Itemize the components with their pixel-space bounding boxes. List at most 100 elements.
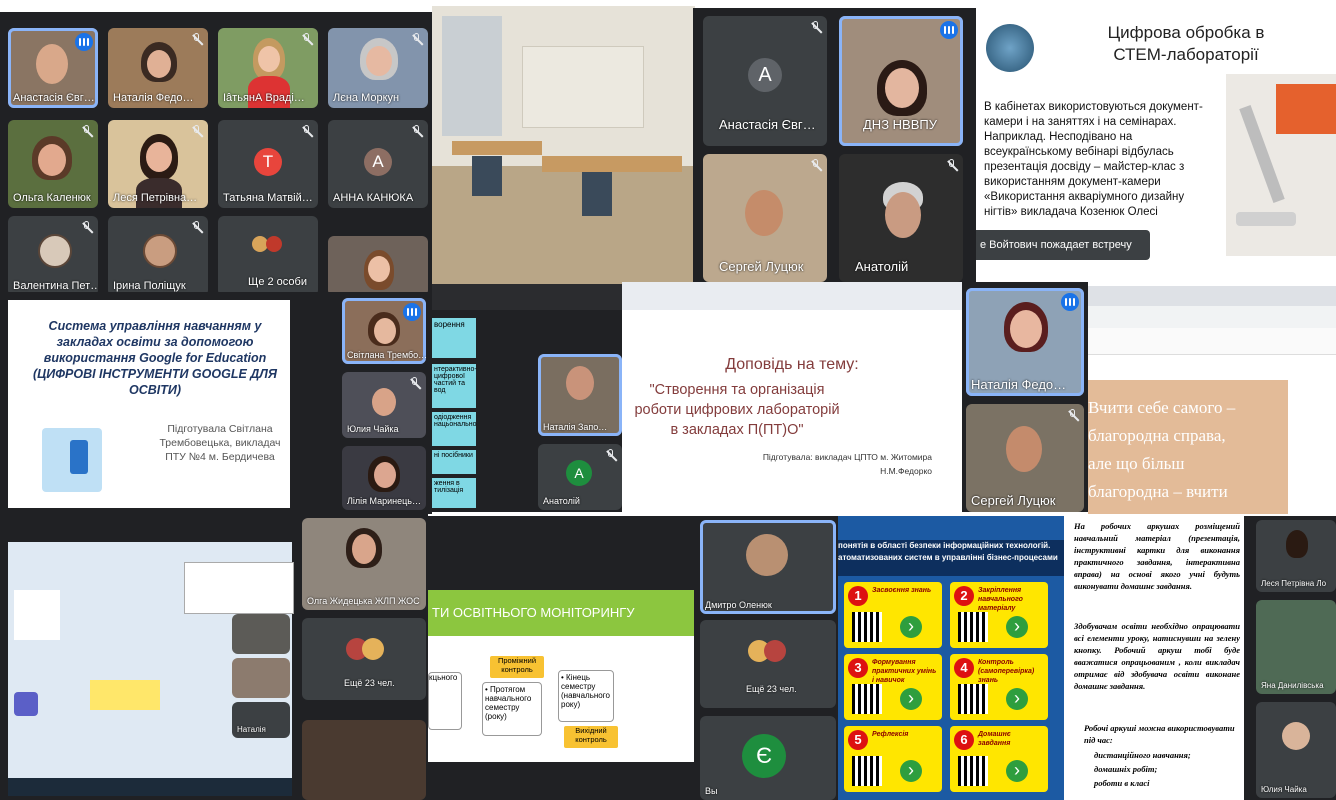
tile-anatolii[interactable]: Анатолій xyxy=(839,154,963,282)
panel-browser-quote: Вчити себе самого – благородна справа, а… xyxy=(1088,286,1336,514)
worksheet-item[interactable]: 5 Рефлексія › xyxy=(844,726,942,792)
box-left: кцьного xyxy=(428,672,462,730)
tile-natalia[interactable]: Наталія Федо… xyxy=(108,28,208,108)
tile-anastasia[interactable]: Анастасія Євг… xyxy=(8,28,98,108)
tile-anna[interactable]: А АННА КАНЮКА xyxy=(328,120,428,208)
qr-code-icon xyxy=(852,684,882,714)
slide: ТИ ОСВІТНЬОГО МОНІТОРИНГУ кцьного Проміж… xyxy=(428,590,694,762)
mic-off-icon xyxy=(810,21,821,34)
panel-classroom-photo xyxy=(432,6,695,284)
cyan-label: ворення xyxy=(432,318,476,358)
worksheet-item[interactable]: 3 Формування практичних умінь і навичок › xyxy=(844,654,942,720)
avatar: А xyxy=(748,58,782,92)
worksheet-item[interactable]: 4 Контроль (самоперевірка) знань › xyxy=(950,654,1048,720)
tile-name: Анатолій xyxy=(855,259,909,274)
tile-dmytro[interactable]: Дмитро Оленюк xyxy=(700,520,836,614)
tile-lesia-2[interactable]: Леся Петрівна Ло xyxy=(1256,520,1336,592)
tile-lena[interactable]: Лєна Моркун xyxy=(328,28,428,108)
bullet-1: дистанційного навчання; xyxy=(1094,750,1191,760)
avatar xyxy=(1282,722,1310,750)
teams-logo xyxy=(14,692,38,716)
quote-line: благородна – вчити xyxy=(1088,482,1228,501)
tile-iryna[interactable]: Ірина Поліщук xyxy=(108,216,208,296)
tile-svitlana[interactable]: Світлана Трембо… xyxy=(342,298,426,364)
mic-off-icon xyxy=(411,125,422,138)
bullet-3: роботи в класі xyxy=(1094,778,1150,788)
tile-bottom[interactable] xyxy=(302,720,426,800)
tile-name: Татьяна Матвій… xyxy=(223,192,313,204)
more-participants-label: Ещё 23 чел. xyxy=(746,684,797,694)
more-participants-label: Ещё 23 чел. xyxy=(344,678,395,688)
tile-natalia-z[interactable]: Наталія Запо… xyxy=(538,354,622,436)
tile-small-2[interactable] xyxy=(232,658,290,698)
slide: Доповідь на тему: "Створення та організа… xyxy=(622,310,962,512)
brain-graphic xyxy=(986,24,1034,72)
item-title: Закріплення навчального матеріалу xyxy=(978,587,1023,612)
worksheet-para-1: На робочих аркушах розміщений навчальний… xyxy=(1074,521,1240,591)
tile-more-people[interactable]: Ще 2 особи xyxy=(218,216,318,296)
item-title: Рефлексія xyxy=(872,731,909,738)
qr-code-icon xyxy=(958,612,988,642)
arrow-right-icon[interactable]: › xyxy=(1006,760,1028,782)
item-number: 3 xyxy=(848,658,868,678)
tile-lesia[interactable]: Леся Петрівна… xyxy=(108,120,208,208)
arrow-right-icon[interactable]: › xyxy=(1006,688,1028,710)
tile-anatolii-2[interactable]: А Анатолій xyxy=(538,444,622,510)
tile-more-2[interactable]: Ещё 23 чел. xyxy=(700,620,836,708)
tile-name: Юлия Чайка xyxy=(1261,785,1307,794)
tile-anastasia-2[interactable]: А Анастасія Євг… xyxy=(703,16,827,146)
worksheet-item[interactable]: 1 Засвоєння знань › xyxy=(844,582,942,648)
worksheet-item[interactable]: 2 Закріплення навчального матеріалу › xyxy=(950,582,1048,648)
tile-natalia-f[interactable]: Наталія Федо… xyxy=(966,288,1084,396)
mic-off-icon xyxy=(411,33,422,46)
tile-tetiana[interactable]: ІâтьянА Враді… xyxy=(218,28,318,108)
avatar: А xyxy=(566,460,592,486)
item-number: 4 xyxy=(954,658,974,678)
tile-tatiana-m[interactable]: Т Татьяна Матвій… xyxy=(218,120,318,208)
item-number: 5 xyxy=(848,730,868,750)
tile-olha-z[interactable]: Олга Жидецька ЖЛП ЖОС xyxy=(302,518,426,610)
arrow-right-icon[interactable]: › xyxy=(900,616,922,638)
tile-valentyna[interactable]: Валентина Пет… xyxy=(8,216,98,296)
tile-name: Олга Жидецька ЖЛП ЖОС xyxy=(307,596,420,606)
panel-stem-slide: Цифрова обробка в СТЕМ-лабораторії В каб… xyxy=(976,8,1336,284)
arrow-right-icon[interactable]: › xyxy=(900,688,922,710)
tile-liliia[interactable]: Лілія Маринець… xyxy=(342,446,426,510)
tile-name: Анастасія Євг… xyxy=(13,92,95,104)
qr-code-icon xyxy=(958,756,988,786)
box-output: Вихідний контроль xyxy=(564,726,618,748)
tile-serhii-2[interactable]: Сергей Луцюк xyxy=(966,404,1084,512)
tile-yuliia-2[interactable]: Юлия Чайка xyxy=(1256,702,1336,798)
worksheet-item[interactable]: 6 Домашнє завдання › xyxy=(950,726,1048,792)
address-bar xyxy=(1088,306,1336,328)
panel-desktop-share: Олга Жидецька ЖЛП ЖОС Ещё 23 чел. Наталі… xyxy=(0,514,428,800)
tile-name: Лєна Моркун xyxy=(333,92,400,104)
mic-off-icon xyxy=(191,221,202,234)
tile-extra[interactable] xyxy=(328,236,428,296)
arrow-right-icon[interactable]: › xyxy=(1006,616,1028,638)
chair xyxy=(582,172,612,216)
arrow-right-icon[interactable]: › xyxy=(900,760,922,782)
tile-serhii[interactable]: Сергей Луцюк xyxy=(703,154,827,282)
tile-yuliia[interactable]: Юлия Чайка xyxy=(342,372,426,438)
panel-report: Доповідь на тему: "Створення та організа… xyxy=(622,282,1088,512)
mic-off-icon xyxy=(1067,409,1078,422)
tile-small-3[interactable]: Наталія xyxy=(232,702,290,738)
mic-off-icon xyxy=(409,377,420,390)
tile-olha[interactable]: Ольга Каленюк xyxy=(8,120,98,208)
avatar: А xyxy=(364,148,392,176)
tile-you[interactable]: Є Вы xyxy=(700,716,836,800)
tile-small-1[interactable] xyxy=(232,614,290,654)
tile-more[interactable]: Ещё 23 чел. xyxy=(302,618,426,700)
panel-monitoring: ТИ ОСВІТНЬОГО МОНІТОРИНГУ кцьного Проміж… xyxy=(428,516,838,800)
bookmarks-bar xyxy=(1088,328,1336,355)
avatar: Є xyxy=(742,734,786,778)
box-during: • Протягом навчального семестру (року) xyxy=(482,682,542,736)
mic-off-icon xyxy=(191,125,202,138)
tile-yana[interactable]: Яна Данилівська xyxy=(1256,600,1336,694)
tile-name: Леся Петрівна Ло xyxy=(1261,579,1327,588)
tile-dnz[interactable]: ДНЗ НВВПУ xyxy=(839,16,963,146)
tile-name: Валентина Пет… xyxy=(13,280,98,292)
qr-code-icon xyxy=(958,684,988,714)
notification-toast[interactable]: е Войтович пожадает встречу xyxy=(976,230,1150,260)
